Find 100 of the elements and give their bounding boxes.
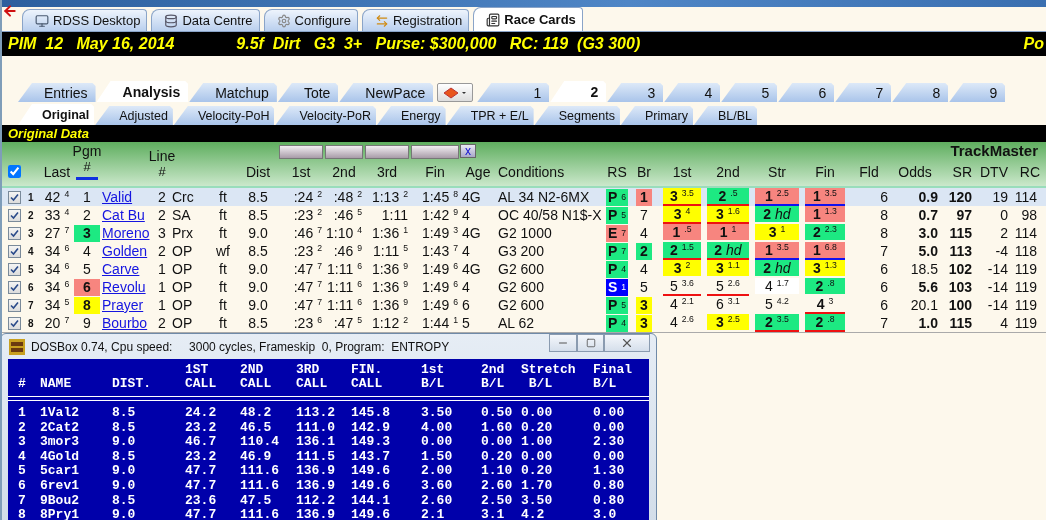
select-all-checkbox[interactable]: [8, 165, 21, 178]
row-checkbox[interactable]: [8, 226, 21, 240]
horse-name-link[interactable]: Moreno: [100, 225, 154, 241]
column-header[interactable]: Dist: [243, 164, 273, 184]
diamond-menu-button[interactable]: [437, 83, 474, 102]
table-cell-text: 119: [1013, 297, 1038, 313]
call-position: 4$^{2.6}$: [669, 314, 695, 330]
data-tab[interactable]: Segments: [534, 106, 620, 125]
column-header[interactable]: 3rd: [374, 164, 400, 184]
row-checkbox[interactable]: [8, 316, 21, 330]
column-header[interactable]: Fld: [857, 164, 881, 184]
app-tab[interactable]: Race Cards: [473, 7, 583, 31]
column-header[interactable]: 1st: [670, 164, 694, 184]
column-header[interactable]: SR: [950, 164, 974, 184]
row-checkbox[interactable]: [8, 208, 21, 222]
column-header[interactable]: Odds: [896, 164, 934, 184]
dos-cell-text: 2.60: [481, 478, 514, 494]
table-cell-text: ft: [218, 189, 228, 205]
column-header[interactable]: RS: [605, 164, 629, 184]
call-position: 3$^{3.5}$: [663, 188, 701, 204]
data-tab[interactable]: Primary: [620, 106, 693, 125]
data-tab[interactable]: Energy: [377, 106, 446, 125]
race-tab[interactable]: 6: [778, 83, 835, 102]
app-tab[interactable]: RDSS Desktop: [22, 9, 148, 31]
view-tab[interactable]: Analysis: [96, 81, 189, 102]
row-checkbox[interactable]: [8, 298, 21, 312]
clear-button[interactable]: x: [460, 144, 476, 158]
table-cell-text: 5: [639, 278, 649, 296]
column-header[interactable]: Age: [463, 164, 493, 184]
data-tab[interactable]: Velocity-PoR: [275, 106, 376, 125]
table-cell-text: OP: [171, 243, 194, 259]
column-header[interactable]: Fin: [813, 164, 837, 184]
horse-name-link[interactable]: Bourbo: [100, 315, 154, 331]
column-header[interactable]: DTV: [978, 164, 1010, 184]
column-header[interactable]: Br: [635, 164, 653, 184]
app-tab[interactable]: Data Centre: [151, 9, 260, 31]
odds-cell-text: 3.0: [917, 225, 939, 241]
horse-name-link[interactable]: Carve: [100, 261, 154, 277]
header-button[interactable]: [411, 145, 459, 159]
column-header: CALL: [296, 377, 329, 392]
race-tab[interactable]: 2: [550, 81, 607, 102]
row-checkbox[interactable]: [8, 262, 21, 276]
race-tab[interactable]: 5: [721, 83, 778, 102]
view-tab[interactable]: Tote: [277, 83, 339, 102]
horse-name-link[interactable]: Golden: [100, 243, 154, 259]
race-tab[interactable]: 3: [607, 83, 664, 102]
horse-name-link[interactable]: Valid: [100, 189, 154, 205]
row-number: 1: [27, 191, 35, 203]
dos-cell-text: 1.70: [521, 478, 554, 494]
horse-name-link[interactable]: Cat Bu: [100, 207, 154, 223]
column-header[interactable]: Last: [41, 164, 73, 184]
app-tab[interactable]: Configure: [263, 9, 358, 31]
race-tab[interactable]: 4: [664, 83, 721, 102]
row-checkbox[interactable]: [8, 244, 21, 258]
dos-cell-text: 8: [18, 508, 27, 520]
column-header[interactable]: Fin: [423, 164, 447, 184]
race-tab[interactable]: 1: [477, 83, 550, 102]
close-button[interactable]: [604, 334, 650, 352]
data-tab[interactable]: Adjusted: [95, 106, 173, 125]
data-tab[interactable]: Velocity-PoH: [173, 106, 275, 125]
call-position: 2$^{2.3}$: [805, 224, 845, 240]
view-tab[interactable]: Matchup: [189, 83, 277, 102]
column-header[interactable]: Str: [766, 164, 788, 184]
window-title: DOSBox 0.74, Cpu speed: 3000 cycles, Frameskip 0, Program: ENTROPY: [31, 339, 450, 354]
race-tab[interactable]: 9: [949, 83, 1006, 102]
column-header[interactable]: 2nd: [714, 164, 742, 184]
minimize-button[interactable]: [549, 334, 577, 352]
app-tab[interactable]: Registration: [361, 9, 470, 31]
race-tab[interactable]: 7: [835, 83, 892, 102]
column-header[interactable]: 1st: [289, 164, 313, 184]
dos-cell-text: 3.60: [421, 478, 454, 494]
column-header[interactable]: Line #: [146, 148, 178, 184]
view-tab[interactable]: Entries: [18, 83, 96, 102]
data-tab[interactable]: Original: [18, 104, 95, 125]
view-tab[interactable]: NewPace: [339, 83, 434, 102]
table-cell-text: 9.0: [247, 279, 269, 295]
table-cell-text: 42$^{4}$: [43, 189, 71, 205]
header-button[interactable]: [325, 145, 363, 159]
table-cell-text: 97: [955, 207, 973, 223]
table-cell-text: OP: [171, 279, 194, 295]
maximize-button[interactable]: [577, 334, 604, 352]
column-header[interactable]: Pgm #: [70, 143, 104, 184]
column-header[interactable]: Conditions: [496, 164, 567, 184]
data-tab[interactable]: BL/BL: [694, 106, 758, 125]
header-button[interactable]: [279, 145, 323, 159]
table-cell-text: G2 600: [497, 261, 545, 277]
horse-name-link[interactable]: Revolu: [100, 279, 154, 295]
dos-cell-text: 0.00: [593, 449, 626, 465]
data-tab[interactable]: TPR + E/L: [446, 106, 534, 125]
column-header[interactable]: RC: [1017, 164, 1042, 184]
table-cell-text: -4: [994, 243, 1009, 259]
dos-cell-text: 47.7: [185, 464, 218, 479]
row-checkbox[interactable]: [8, 280, 21, 294]
race-tab[interactable]: 8: [892, 83, 949, 102]
header-button[interactable]: [365, 145, 409, 159]
table-cell-text: 27$^{7}$: [43, 225, 71, 241]
column-header[interactable]: 2nd: [330, 164, 358, 184]
dos-cell-text: 5car1: [40, 464, 80, 479]
program-number: 8: [74, 296, 100, 314]
horse-name-link[interactable]: Prayer: [100, 297, 154, 313]
